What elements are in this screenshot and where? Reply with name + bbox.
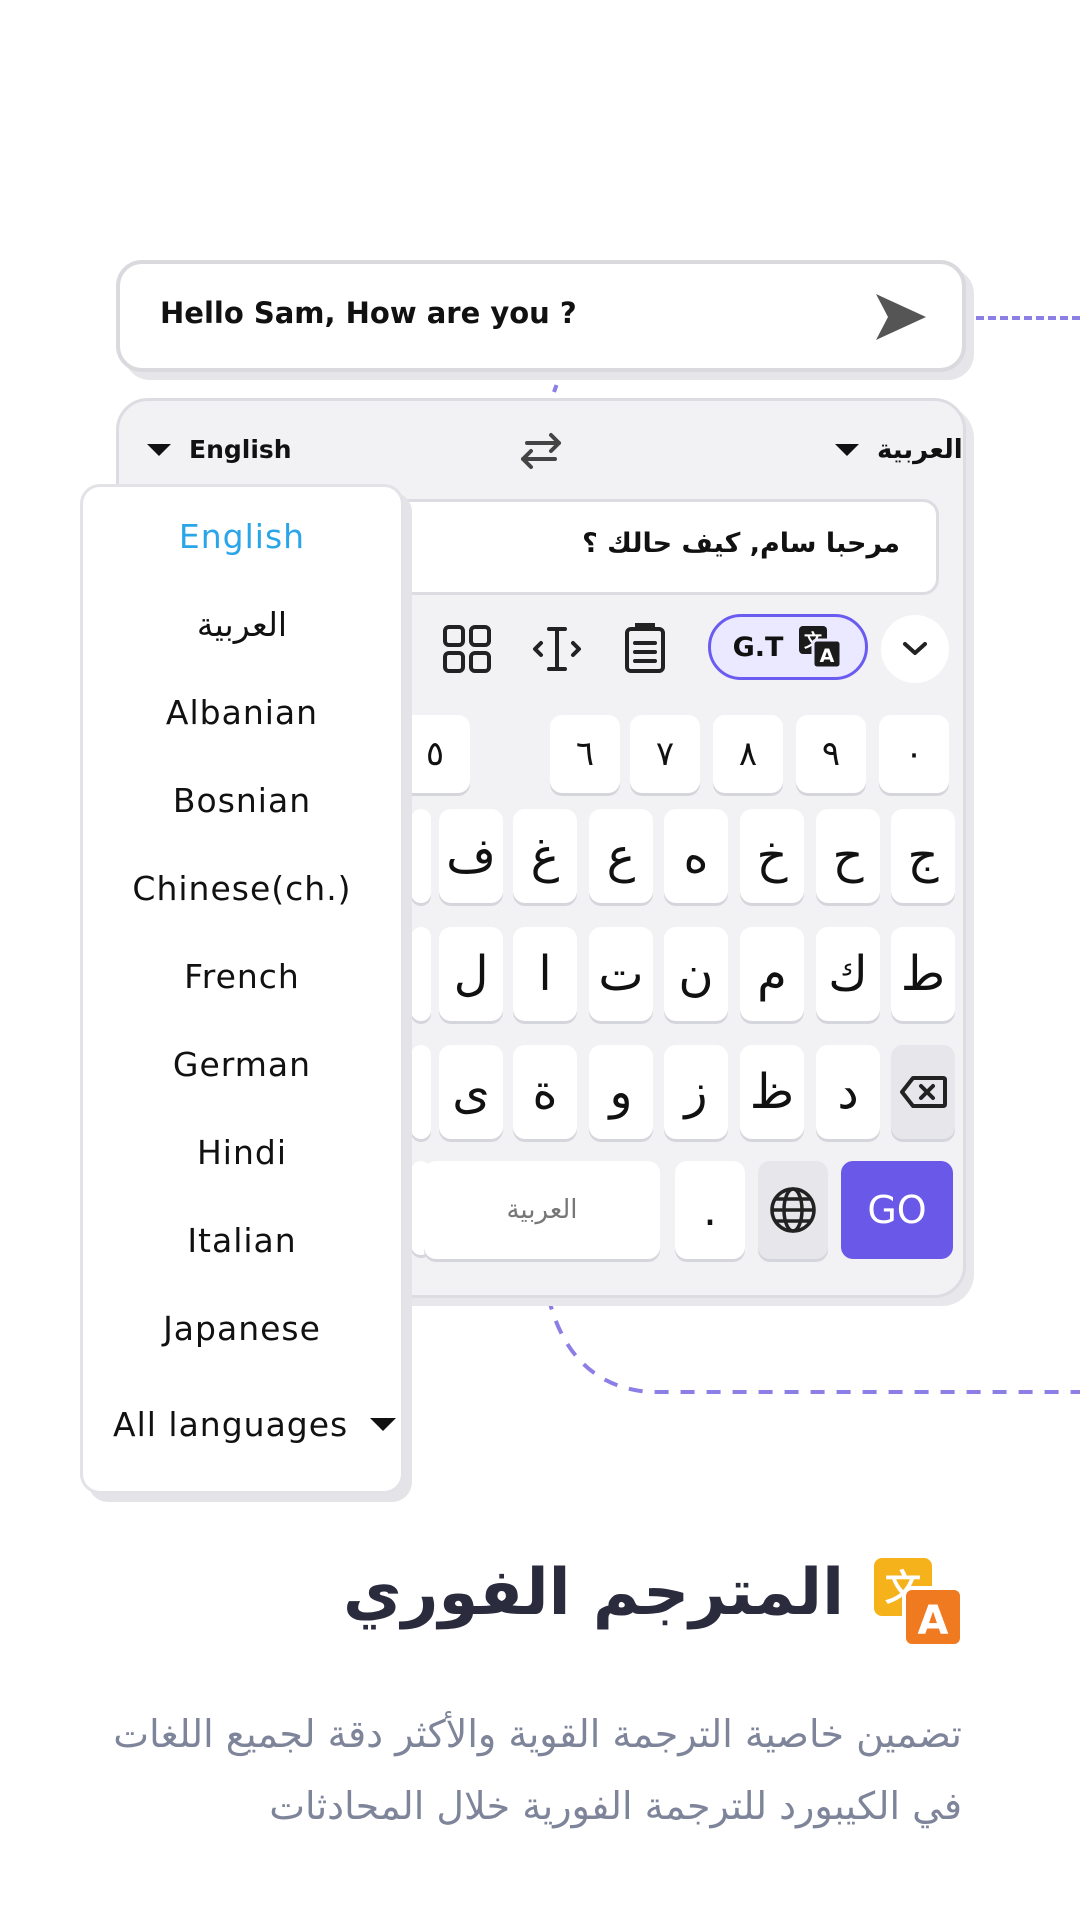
all-languages-button[interactable]: All languages	[113, 1405, 397, 1444]
language-option-english[interactable]: English	[83, 517, 401, 556]
key-letter[interactable]: غ	[513, 809, 577, 903]
feature-description: تضمين خاصية الترجمة القوية والأكثر دقة ل…	[113, 1712, 962, 1828]
key-letter[interactable]: م	[740, 927, 804, 1021]
language-option-bosnian[interactable]: Bosnian	[83, 781, 401, 820]
clipboard-icon[interactable]	[619, 623, 671, 675]
key-number[interactable]: ٨	[713, 715, 783, 793]
source-language-label: English	[189, 435, 292, 464]
key-letter[interactable]	[411, 1045, 431, 1139]
key-letter[interactable]	[411, 809, 431, 903]
translate-icon: 文 A	[799, 626, 843, 670]
message-text: Hello Sam, How are you ?	[160, 296, 577, 330]
connector-curve-bottom	[546, 1296, 1080, 1394]
key-letter[interactable]: ك	[816, 927, 880, 1021]
source-language-select[interactable]: English	[147, 435, 292, 464]
period-key[interactable]: .	[675, 1161, 745, 1259]
key-letter[interactable]: ع	[589, 809, 653, 903]
key-letter[interactable]: خ	[740, 809, 804, 903]
grid-icon[interactable]	[441, 623, 493, 675]
translate-icon: 文 A	[874, 1558, 964, 1648]
key-letter[interactable]: ة	[513, 1045, 577, 1139]
dropdown-triangle-icon	[147, 443, 171, 456]
swap-arrows-icon[interactable]	[517, 431, 565, 471]
chevron-down-icon	[903, 642, 927, 655]
key-number[interactable]: ٠	[879, 715, 949, 793]
key-letter[interactable]: ى	[439, 1045, 503, 1139]
key-letter[interactable]: ز	[664, 1045, 728, 1139]
language-option-chinese[interactable]: Chinese(ch.)	[83, 869, 401, 908]
language-dropdown: English العربية Albanian Bosnian Chinese…	[80, 484, 404, 1494]
key-letter[interactable]: ح	[816, 809, 880, 903]
connector-line-top	[976, 316, 1080, 320]
language-option-japanese[interactable]: Japanese	[83, 1309, 401, 1348]
target-language-select[interactable]: العربية	[835, 435, 963, 465]
key-letter[interactable]: ن	[664, 927, 728, 1021]
language-option-hindi[interactable]: Hindi	[83, 1133, 401, 1172]
gt-label: G.T	[732, 631, 784, 663]
key-letter[interactable]: د	[816, 1045, 880, 1139]
feature-title: المترجم الفوري	[342, 1556, 844, 1630]
language-option-italian[interactable]: Italian	[83, 1221, 401, 1260]
language-option-french[interactable]: French	[83, 957, 401, 996]
target-language-label: العربية	[877, 435, 963, 465]
key-letter[interactable]: ظ	[740, 1045, 804, 1139]
message-input[interactable]: Hello Sam, How are you ?	[116, 260, 966, 372]
space-key[interactable]: العربية	[424, 1161, 660, 1259]
collapse-toolbar-button[interactable]	[881, 615, 949, 683]
key-letter[interactable]: ه	[664, 809, 728, 903]
key-number[interactable]: ٦	[550, 715, 620, 793]
language-option-arabic[interactable]: العربية	[83, 605, 401, 644]
backspace-key[interactable]	[891, 1045, 955, 1139]
key-letter[interactable]: ط	[891, 927, 955, 1021]
google-translate-toggle[interactable]: G.T 文 A	[708, 614, 868, 680]
go-button[interactable]: GO	[841, 1161, 953, 1259]
key-letter[interactable]: ا	[513, 927, 577, 1021]
key-number[interactable]: ٩	[796, 715, 866, 793]
svg-text:A: A	[820, 645, 835, 667]
cursor-move-icon[interactable]	[531, 623, 583, 675]
key-letter[interactable]: ت	[589, 927, 653, 1021]
translated-text: مرحبا سام, كيف حالك ؟	[582, 528, 900, 559]
backspace-icon	[900, 1076, 947, 1108]
key-letter[interactable]: ل	[439, 927, 503, 1021]
language-option-albanian[interactable]: Albanian	[83, 693, 401, 732]
all-languages-label: All languages	[113, 1405, 349, 1444]
key-letter[interactable]: ج	[891, 809, 955, 903]
key-letter[interactable]	[411, 927, 431, 1021]
send-icon[interactable]	[874, 292, 928, 342]
key-letter[interactable]: و	[589, 1045, 653, 1139]
globe-icon	[770, 1187, 816, 1233]
key-letter[interactable]: ف	[439, 809, 503, 903]
dropdown-triangle-icon	[370, 1418, 397, 1431]
svg-text:A: A	[918, 1598, 949, 1644]
dropdown-triangle-icon	[835, 444, 859, 456]
language-option-german[interactable]: German	[83, 1045, 401, 1084]
key-number[interactable]: ٧	[630, 715, 700, 793]
language-switch-key[interactable]	[758, 1161, 828, 1259]
